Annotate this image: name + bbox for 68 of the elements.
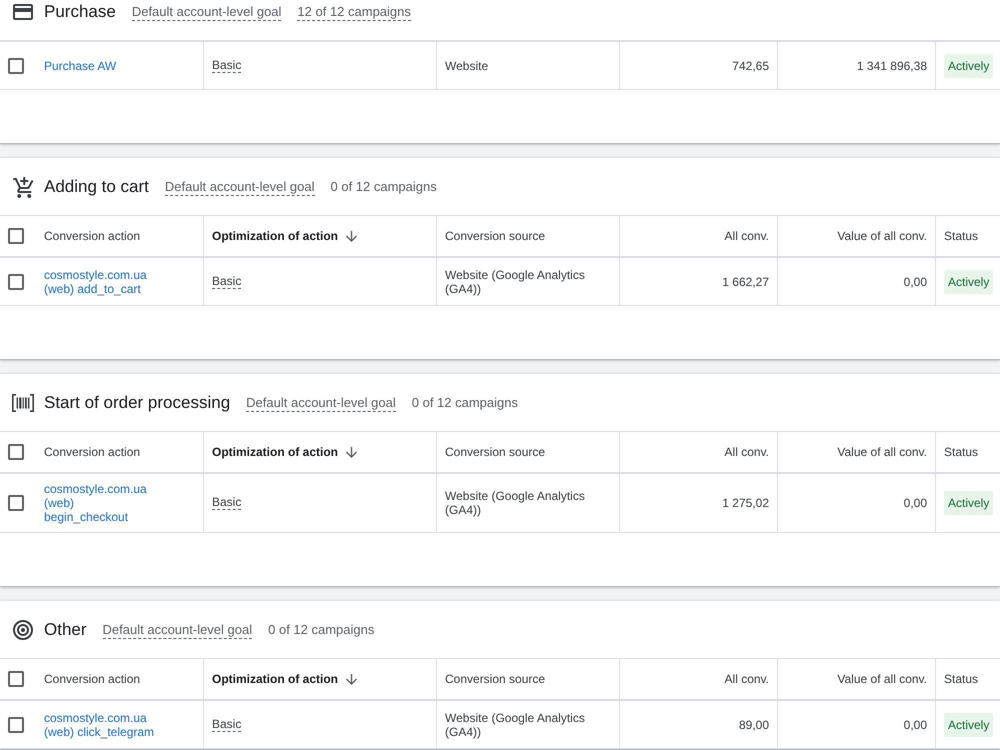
all-conversions: 1 275,02 — [722, 496, 769, 510]
conversion-source: Website (Google Analytics (GA4)) — [445, 710, 586, 738]
column-header[interactable]: Status — [944, 445, 978, 459]
status-tag: Actively — [944, 54, 994, 78]
arrow-down-icon — [346, 674, 357, 684]
conversion-value: 0,00 — [904, 718, 927, 732]
conversion-source: Website — [445, 58, 488, 72]
status-tag: Actively — [944, 491, 994, 515]
campaign-count: 0 of 12 campaigns — [268, 622, 374, 638]
select-all-checkbox[interactable] — [8, 228, 24, 244]
column-header[interactable]: Conversion action — [44, 672, 140, 686]
column-header[interactable]: Conversion source — [445, 229, 546, 243]
target-icon — [13, 620, 33, 640]
goal-type-label: Default account-level goal — [132, 4, 282, 20]
column-header[interactable]: All conv. — [724, 229, 769, 243]
goal-title: Adding to cart — [44, 177, 149, 197]
goal-type-label: Default account-level goal — [246, 394, 396, 412]
optimization-label: Basic — [212, 58, 242, 72]
column-header[interactable]: Conversion action — [44, 229, 140, 243]
column-header[interactable]: Status — [944, 672, 978, 686]
optimization-label: Basic — [212, 496, 242, 510]
column-header[interactable]: Optimization of action — [212, 445, 338, 459]
column-header[interactable]: All conv. — [724, 672, 769, 686]
goal-title: Purchase — [44, 2, 116, 22]
conversion-value: 1 341 896,38 — [856, 58, 927, 72]
conversion-source: Website (Google Analytics (GA4)) — [445, 268, 586, 296]
campaign-count: 0 of 12 campaigns — [330, 179, 437, 195]
select-all-checkbox[interactable] — [8, 444, 24, 460]
conversion-action-link[interactable]: cosmostyle.com.ua (web) add_to_cart — [44, 268, 158, 296]
barcode-icon — [12, 394, 34, 412]
cart-plus-icon — [12, 176, 34, 198]
conversion-value: 0,00 — [904, 496, 927, 510]
select-all-checkbox[interactable] — [8, 671, 24, 687]
all-conversions: 89,00 — [738, 718, 769, 732]
row-checkbox[interactable] — [8, 716, 24, 732]
conversion-value: 0,00 — [904, 274, 927, 288]
column-header[interactable]: Value of all conv. — [837, 445, 927, 459]
goal-type-label: Default account-level goal — [164, 178, 314, 196]
column-header[interactable]: Conversion source — [445, 445, 546, 459]
row-checkbox[interactable] — [8, 58, 24, 74]
column-header[interactable]: All conv. — [724, 445, 769, 459]
campaign-count: 0 of 12 campaigns — [412, 395, 518, 411]
optimization-label: Basic — [212, 274, 242, 288]
column-header[interactable]: Conversion action — [44, 445, 140, 459]
all-conversions: 742,65 — [732, 58, 769, 72]
row-checkbox[interactable] — [8, 274, 24, 290]
conversion-source: Website (Google Analytics (GA4)) — [445, 489, 586, 517]
optimization-label: Basic — [212, 718, 242, 732]
column-header[interactable]: Optimization of action — [212, 672, 338, 686]
goal-title: Other — [44, 620, 87, 640]
all-conversions: 1 662,27 — [722, 274, 769, 288]
conversion-action-link[interactable]: cosmostyle.com.ua (web) begin_checkout — [44, 482, 158, 524]
campaign-count[interactable]: 12 of 12 campaigns — [297, 4, 411, 20]
column-header[interactable]: Value of all conv. — [837, 229, 927, 243]
arrow-down-icon — [346, 230, 357, 242]
goal-title: Start of order processing — [44, 393, 230, 413]
goal-type-label: Default account-level goal — [102, 622, 252, 638]
column-header[interactable]: Optimization of action — [212, 229, 338, 243]
arrow-down-icon — [346, 446, 357, 458]
status-tag: Actively — [944, 712, 994, 736]
column-header[interactable]: Value of all conv. — [837, 672, 927, 686]
column-header[interactable]: Conversion source — [445, 672, 546, 686]
column-header[interactable]: Status — [944, 229, 978, 243]
conversion-action-link[interactable]: Purchase AW — [44, 58, 116, 72]
conversion-action-link[interactable]: cosmostyle.com.ua (web) click_telegram — [44, 710, 158, 738]
row-checkbox[interactable] — [8, 495, 24, 511]
credit-card-icon — [13, 4, 33, 20]
status-tag: Actively — [944, 270, 994, 294]
